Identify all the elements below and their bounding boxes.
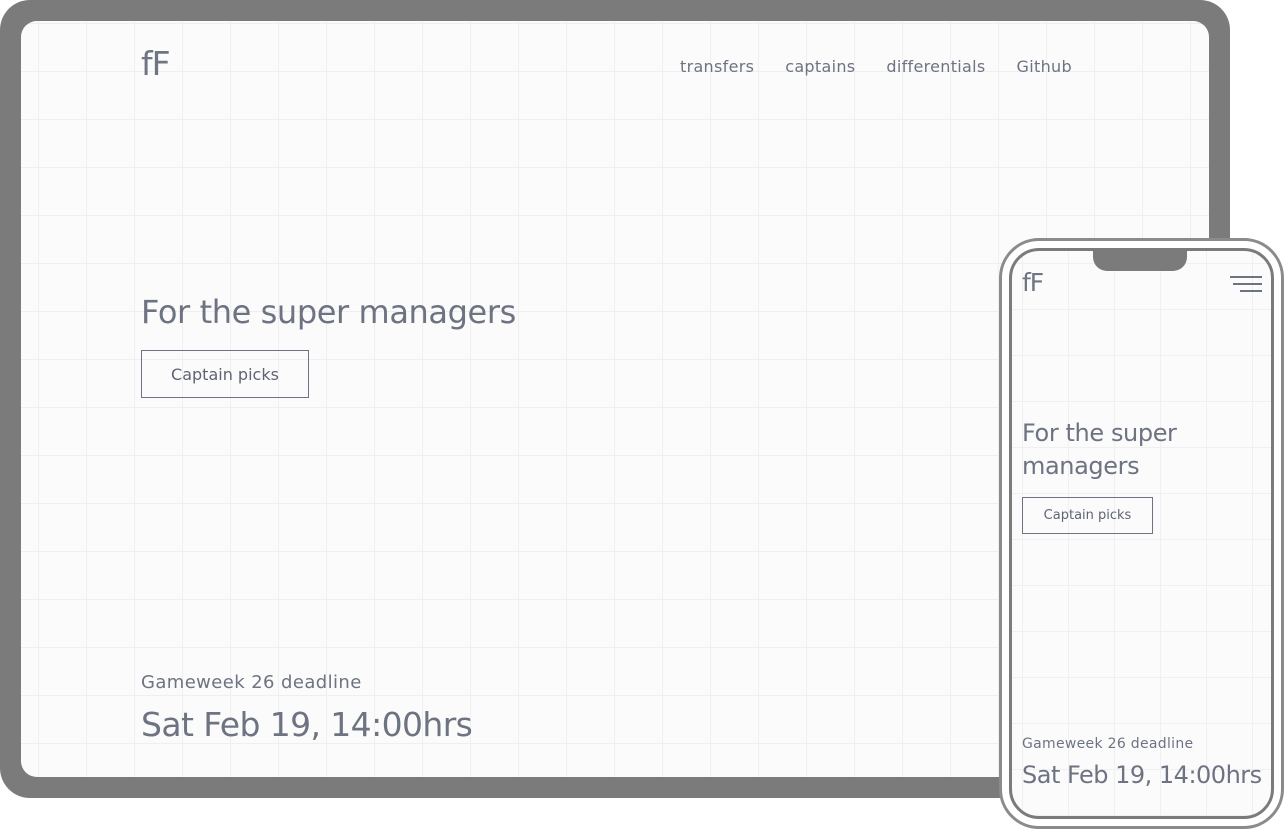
phone-screen: fF For the super managers Captain picks … bbox=[1009, 248, 1274, 819]
hamburger-menu-icon[interactable] bbox=[1230, 275, 1262, 295]
menu-line-top bbox=[1230, 276, 1262, 278]
mobile-site-logo[interactable]: fF bbox=[1022, 270, 1044, 295]
site-logo[interactable]: fF bbox=[141, 47, 171, 80]
deadline-label: Gameweek 26 deadline bbox=[141, 672, 362, 693]
nav-link-github[interactable]: Github bbox=[1017, 57, 1072, 77]
mobile-captain-picks-button[interactable]: Captain picks bbox=[1022, 497, 1153, 534]
mobile-deadline-label: Gameweek 26 deadline bbox=[1022, 736, 1194, 752]
phone-notch bbox=[1093, 251, 1187, 271]
phone-device-frame: fF For the super managers Captain picks … bbox=[999, 238, 1284, 829]
menu-line-bottom bbox=[1240, 290, 1262, 292]
hero-title: For the super managers bbox=[141, 293, 516, 331]
nav-link-differentials[interactable]: differentials bbox=[886, 57, 985, 77]
main-nav: transfers captains differentials Github bbox=[680, 57, 1072, 77]
device-mockups: fF transfers captains differentials Gith… bbox=[0, 0, 1284, 829]
menu-line-middle bbox=[1233, 283, 1262, 285]
mobile-hero-title: For the super managers bbox=[1022, 419, 1177, 480]
captain-picks-button[interactable]: Captain picks bbox=[141, 350, 309, 398]
mobile-deadline-value: Sat Feb 19, 14:00hrs bbox=[1022, 761, 1262, 789]
deadline-value: Sat Feb 19, 14:00hrs bbox=[141, 705, 473, 744]
nav-link-captains[interactable]: captains bbox=[785, 57, 855, 77]
nav-link-transfers[interactable]: transfers bbox=[680, 57, 754, 77]
